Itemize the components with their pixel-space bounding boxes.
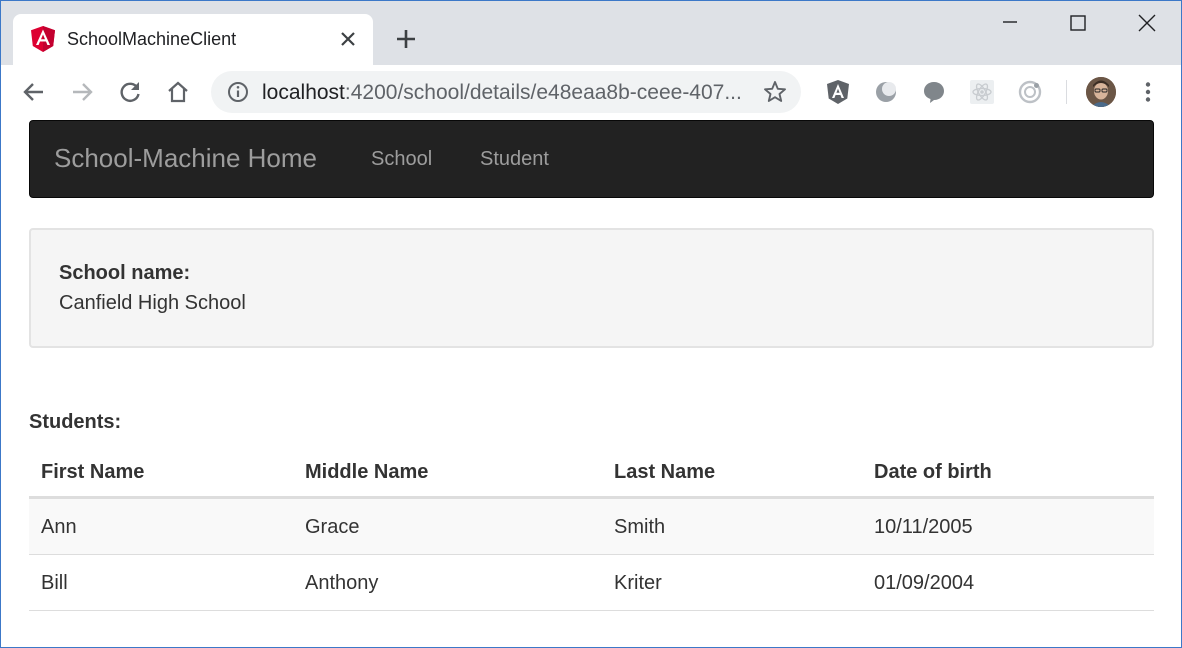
- table-header-row: First Name Middle Name Last Name Date of…: [29, 441, 1154, 499]
- cell-first-name: Bill: [41, 572, 68, 594]
- reload-icon[interactable]: [116, 78, 144, 106]
- cell-first-name: Ann: [41, 516, 77, 538]
- angular-icon: [31, 26, 55, 52]
- close-icon[interactable]: [339, 30, 357, 48]
- toolbar-divider: [1066, 80, 1067, 104]
- table-row[interactable]: Ann Grace Smith 10/11/2005: [29, 499, 1154, 555]
- navbar: School-Machine Home School Student: [29, 120, 1154, 198]
- school-name-label: School name:: [59, 262, 191, 284]
- target-extension-icon[interactable]: [1016, 78, 1044, 106]
- minimize-icon[interactable]: [995, 10, 1025, 40]
- page-content: School-Machine Home School Student Schoo…: [0, 120, 1182, 648]
- menu-dots-icon[interactable]: [1134, 78, 1162, 106]
- school-name-value: Canfield High School: [59, 292, 246, 314]
- moon-extension-icon[interactable]: [872, 78, 900, 106]
- angular-extension-icon[interactable]: [824, 78, 852, 106]
- tab-title: SchoolMachineClient: [67, 29, 237, 49]
- home-icon[interactable]: [164, 78, 192, 106]
- nav-link-school[interactable]: School: [371, 148, 432, 171]
- cell-date-of-birth: 01/09/2004: [874, 572, 975, 594]
- cell-last-name: Kriter: [614, 572, 662, 594]
- maximize-icon[interactable]: [1063, 10, 1093, 40]
- chat-extension-icon[interactable]: [920, 78, 948, 106]
- cell-date-of-birth: 10/11/2005: [874, 516, 973, 538]
- navbar-brand[interactable]: School-Machine Home: [54, 143, 317, 174]
- forward-arrow-icon[interactable]: [68, 78, 96, 106]
- address-bar[interactable]: localhost:4200/school/details/e48eaa8b-c…: [211, 71, 801, 113]
- profile-avatar-icon: [1086, 77, 1116, 107]
- info-icon[interactable]: [227, 81, 249, 103]
- url-host: localhost: [262, 81, 345, 104]
- column-header-date-of-birth: Date of birth: [874, 461, 992, 483]
- students-table: First Name Middle Name Last Name Date of…: [29, 441, 1154, 611]
- tab-strip: SchoolMachineClient: [0, 0, 1182, 65]
- nav-link-student[interactable]: Student: [480, 148, 549, 171]
- window-close-icon[interactable]: [1132, 10, 1162, 40]
- column-header-middle-name: Middle Name: [305, 461, 429, 483]
- react-extension-icon[interactable]: [968, 78, 996, 106]
- star-icon[interactable]: [763, 80, 787, 104]
- browser-tab[interactable]: SchoolMachineClient: [13, 14, 373, 65]
- table-row[interactable]: Bill Anthony Kriter 01/09/2004: [29, 555, 1154, 611]
- browser-toolbar: localhost:4200/school/details/e48eaa8b-c…: [0, 65, 1182, 121]
- url-text[interactable]: localhost:4200/school/details/e48eaa8b-c…: [262, 81, 742, 105]
- column-header-first-name: First Name: [41, 461, 145, 483]
- plus-icon[interactable]: [394, 27, 418, 51]
- cell-middle-name: Grace: [305, 516, 360, 538]
- avatar[interactable]: [1086, 77, 1116, 107]
- url-path: :4200/school/details/e48eaa8b-ceee-407..…: [344, 81, 742, 104]
- column-header-last-name: Last Name: [614, 461, 716, 483]
- back-arrow-icon[interactable]: [20, 78, 48, 106]
- cell-middle-name: Anthony: [305, 572, 379, 594]
- cell-last-name: Smith: [614, 516, 666, 538]
- students-heading: Students:: [29, 411, 122, 433]
- school-details-panel: School name: Canfield High School: [29, 228, 1154, 348]
